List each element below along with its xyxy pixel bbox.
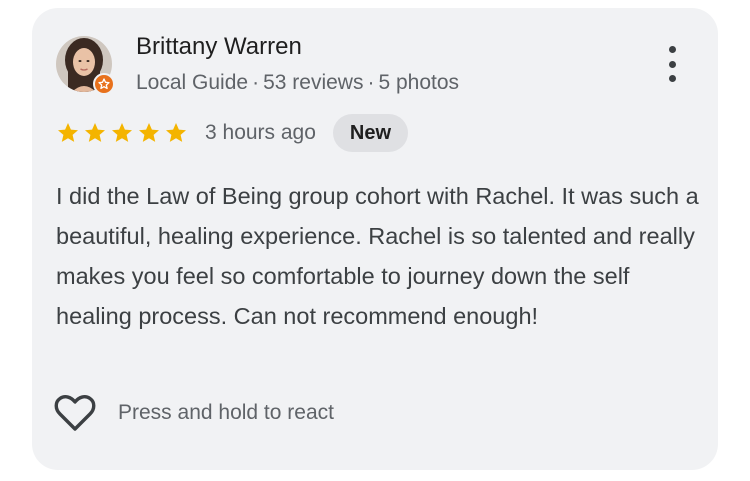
review-text: I did the Law of Being group cohort with…: [56, 183, 699, 329]
more-vert-icon[interactable]: [662, 46, 682, 82]
heart-outline-icon: [54, 395, 96, 431]
photo-count: 5 photos: [378, 71, 460, 94]
star-filled-icon: [85, 123, 105, 142]
review-count: 53 reviews: [263, 71, 364, 94]
rating-row: 3 hours ago New: [56, 113, 409, 153]
local-guide-label: Local Guide: [136, 71, 249, 94]
star-filled-icon: [58, 123, 78, 142]
meta-separator: ·: [252, 71, 260, 94]
react-button[interactable]: Press and hold to react: [54, 394, 334, 432]
react-label: Press and hold to react: [118, 401, 334, 424]
star-filled-icon: [112, 123, 132, 142]
review-card: Brittany Warren Local Guide · 53 reviews · 5…: [32, 8, 718, 470]
new-badge: New: [332, 114, 409, 152]
star-filled-icon: [166, 123, 186, 142]
star-rating: [56, 121, 188, 145]
author-name[interactable]: Brittany Warren: [136, 32, 302, 62]
author-meta: Local Guide · 53 reviews · 5 photos: [136, 70, 459, 96]
star-filled-icon: [139, 123, 159, 142]
review-time: 3 hours ago: [205, 121, 316, 144]
meta-separator: ·: [367, 71, 375, 94]
local-guide-star-icon: [93, 73, 115, 95]
avatar[interactable]: [56, 36, 115, 95]
